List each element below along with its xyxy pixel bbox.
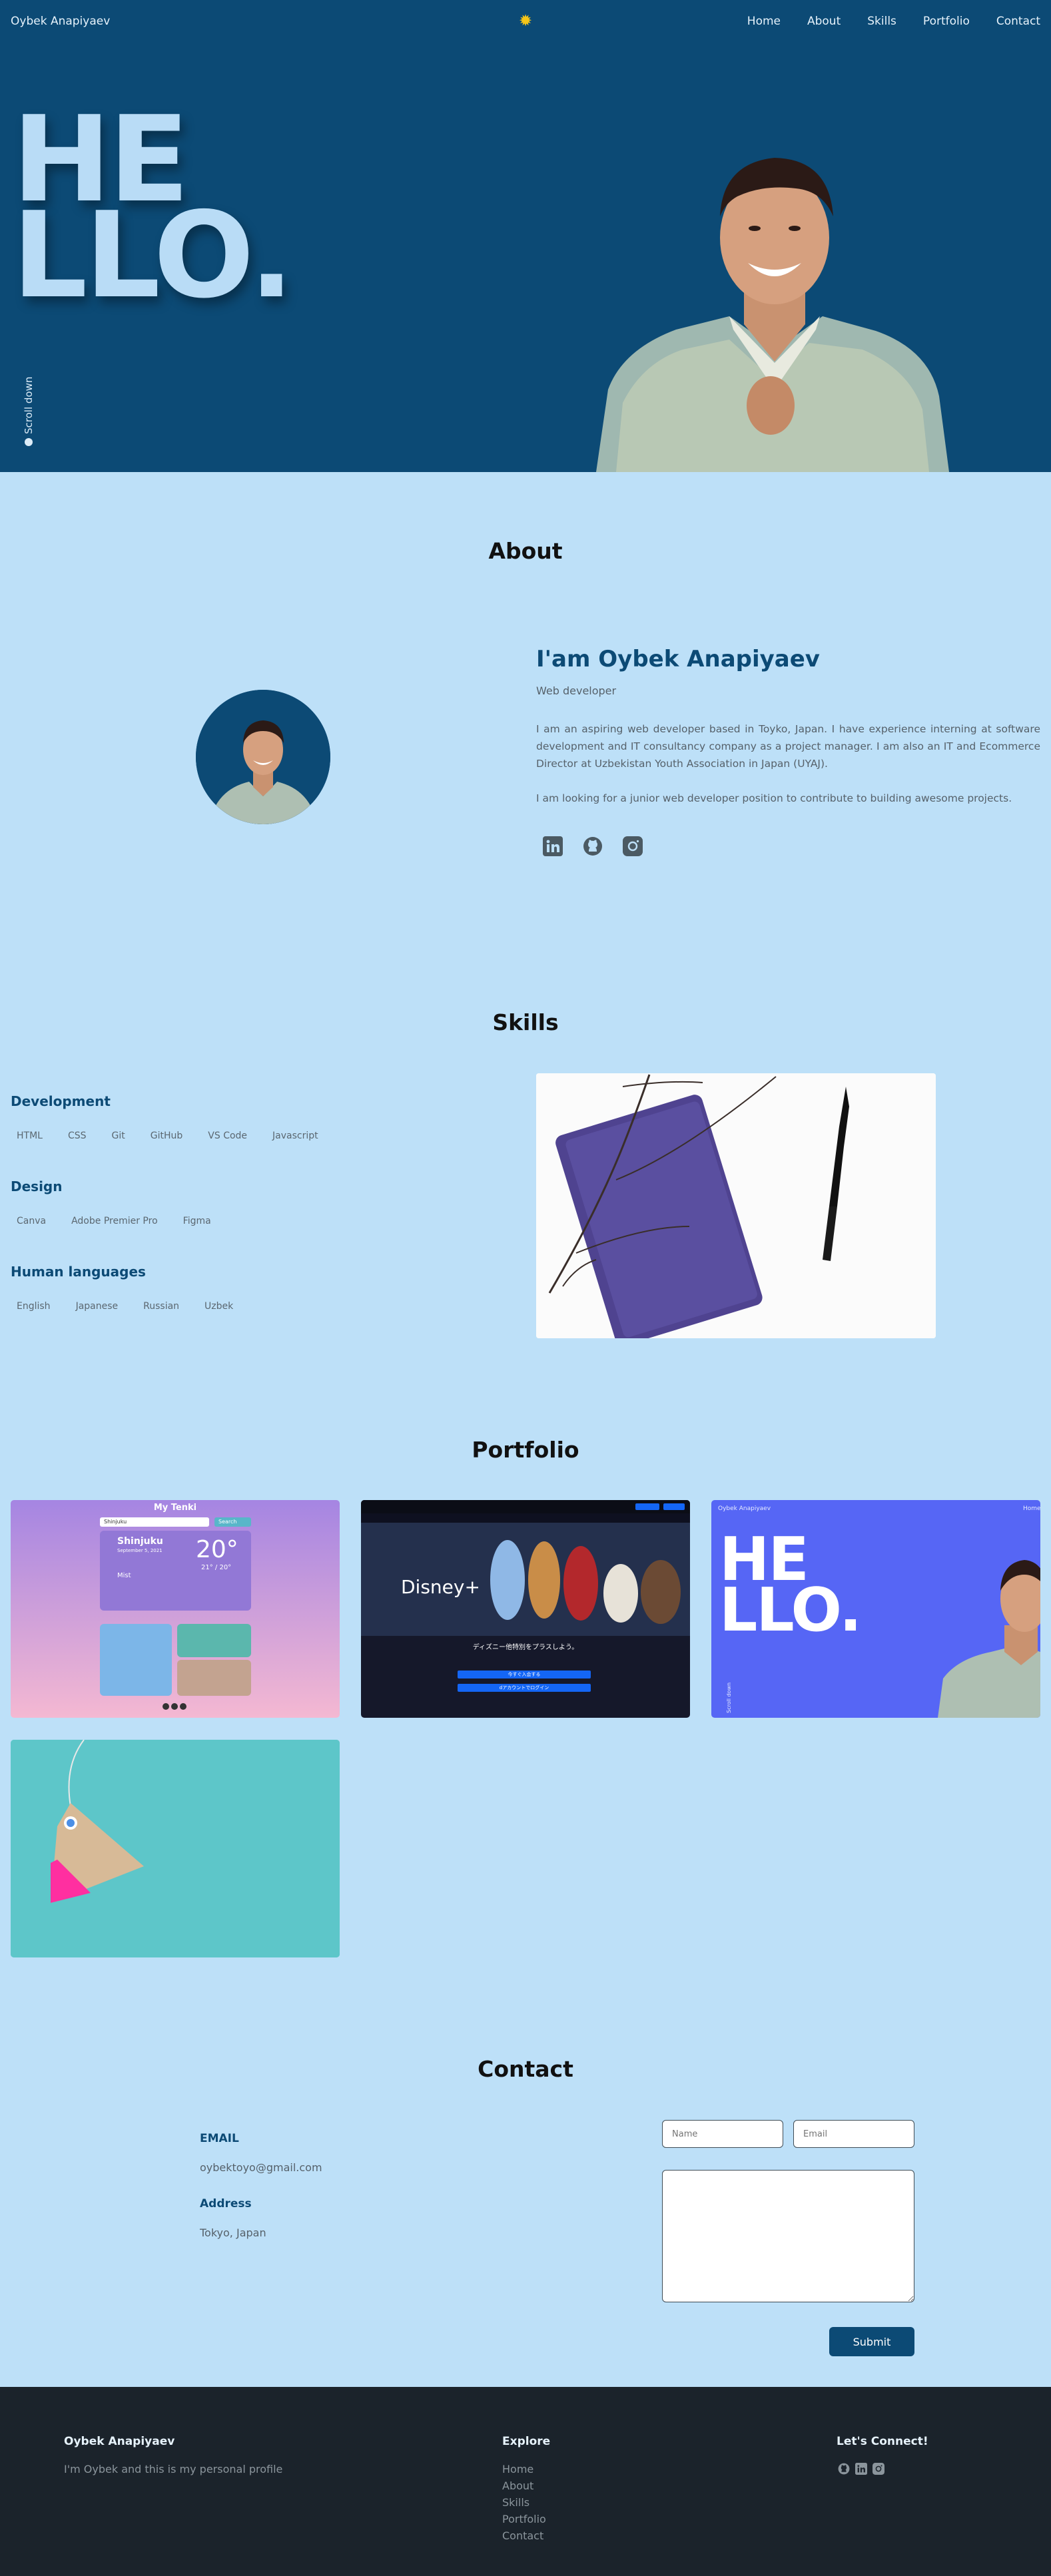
weather-condition: Mist [117, 1572, 131, 1579]
footer-link-home[interactable]: Home [502, 2463, 533, 2475]
skill-chip: Adobe Premier Pro [71, 1216, 158, 1226]
weather-temp: 20° [196, 1536, 238, 1563]
sun-icon[interactable]: ✹ [517, 12, 534, 29]
contact-email-label: EMAIL [200, 2132, 239, 2145]
hello-mini-scroll: Scroll down [726, 1682, 732, 1713]
nav-links: Home About Skills Portfolio Contact [747, 15, 1040, 28]
scroll-down-link[interactable]: Scroll down [23, 377, 35, 446]
skills-notebook-image [536, 1073, 936, 1338]
brand-name[interactable]: Oybek Anapiyaev [11, 15, 110, 28]
weather-date: September 5, 2021 [117, 1548, 163, 1553]
skill-chip: Figma [182, 1216, 211, 1226]
about-role: Web developer [536, 684, 617, 697]
portfolio-title: Portfolio [472, 1437, 579, 1463]
contact-email-input[interactable] [793, 2120, 914, 2148]
hello-mini-heading: HE LLO. [719, 1530, 862, 1645]
contact-address-value: Tokyo, Japan [200, 2226, 266, 2239]
weather-search-button: Search [218, 1519, 237, 1525]
linkedin-icon[interactable] [543, 836, 563, 856]
github-icon[interactable] [838, 2463, 850, 2475]
about-social-links [543, 836, 643, 856]
skill-chip: Russian [143, 1301, 180, 1312]
skill-chip: Canva [17, 1216, 47, 1226]
instagram-icon[interactable] [873, 2463, 884, 2475]
top-nav: Oybek Anapiyaev ✹ Home About Skills Port… [0, 0, 1051, 43]
hero-section: Oybek Anapiyaev ✹ Home About Skills Port… [0, 0, 1051, 472]
about-title: About [488, 538, 563, 564]
skill-chip: Uzbek [204, 1301, 234, 1312]
skills-design-list: Canva Adobe Premier Pro Figma [11, 1216, 230, 1226]
contact-message-textarea[interactable] [662, 2170, 914, 2302]
portfolio-card-weather[interactable]: My Tenki Shinjuku Search Shinjuku Septem… [11, 1500, 340, 1718]
linkedin-icon[interactable] [855, 2463, 867, 2475]
skill-chip: CSS [67, 1131, 87, 1141]
skill-chip: GitHub [150, 1131, 183, 1141]
footer-connect-title: Let's Connect! [837, 2435, 928, 2448]
weather-app-screenshot [11, 1500, 340, 1718]
skill-chip: VS Code [208, 1131, 248, 1141]
weather-range: 21° / 20° [201, 1564, 232, 1571]
hello-line-2: LLO. [12, 186, 294, 324]
weather-city: Shinjuku [117, 1536, 163, 1547]
skill-chip: HTML [17, 1131, 43, 1141]
skills-languages-list: English Japanese Russian Uzbek [11, 1301, 252, 1312]
about-name: I'am Oybek Anapiyaev [536, 646, 820, 672]
nav-link-contact[interactable]: Contact [996, 15, 1040, 28]
hello-mini-line-2: LLO. [719, 1575, 862, 1645]
skills-development-list: HTML CSS Git GitHub VS Code Javascript [11, 1131, 338, 1141]
footer-link-portfolio[interactable]: Portfolio [502, 2513, 546, 2525]
nav-link-about[interactable]: About [807, 15, 841, 28]
disney-join-button: 今すぐ入会する [508, 1672, 541, 1677]
footer-link-contact[interactable]: Contact [502, 2529, 543, 2542]
footer-link-about[interactable]: About [502, 2479, 533, 2492]
skills-group-languages: Human languages [11, 1264, 146, 1280]
portfolio-card-disney[interactable]: Disney+ ディズニー他特別をプラスしよう。 今すぐ入会する dアカウントで… [361, 1500, 690, 1718]
about-paragraph-1: I am an aspiring web developer based in … [536, 723, 1040, 770]
contact-title: Contact [478, 2056, 573, 2082]
scroll-down-icon [25, 438, 33, 446]
tag-image [11, 1740, 340, 1957]
instagram-icon[interactable] [623, 836, 643, 856]
contact-name-input[interactable] [662, 2120, 783, 2148]
about-avatar [196, 690, 330, 824]
contact-address-label: Address [200, 2197, 252, 2210]
skill-chip: English [17, 1301, 51, 1312]
portfolio-card-tag[interactable] [11, 1740, 340, 1957]
weather-search-value: Shinjuku [104, 1519, 127, 1525]
hello-mini-portrait [938, 1560, 1040, 1718]
footer-brand: Oybek Anapiyaev [64, 2435, 175, 2448]
scroll-down-label: Scroll down [23, 376, 35, 434]
about-paragraph-2: I am looking for a junior web developer … [536, 792, 1012, 804]
contact-email-value[interactable]: oybektoyo@gmail.com [200, 2161, 322, 2174]
skills-group-development: Development [11, 1093, 111, 1109]
skill-chip: Japanese [75, 1301, 119, 1312]
disney-headline: ディズニー他特別をプラスしよう。 [472, 1644, 579, 1651]
skill-chip: Javascript [272, 1131, 318, 1141]
disney-login-button: dアカウントでログイン [499, 1685, 549, 1690]
hero-hello-heading: HE LLO. [12, 101, 294, 324]
hello-mini-nav: Home [1023, 1505, 1040, 1512]
skills-group-design: Design [11, 1178, 63, 1194]
footer-tagline: I'm Oybek and this is my personal profil… [64, 2463, 283, 2475]
submit-button[interactable]: Submit [829, 2327, 914, 2356]
footer-explore-title: Explore [502, 2435, 551, 2448]
nav-link-home[interactable]: Home [747, 15, 781, 28]
svg-text:Disney+: Disney+ [401, 1576, 480, 1598]
footer: Oybek Anapiyaev I'm Oybek and this is my… [0, 2387, 1051, 2576]
portfolio-card-hello[interactable]: Oybek Anapiyaev Home HE LLO. Scroll down [711, 1500, 1040, 1718]
skills-title: Skills [492, 1009, 559, 1035]
hello-mini-brand: Oybek Anapiyaev [718, 1505, 771, 1512]
footer-link-skills[interactable]: Skills [502, 2496, 529, 2509]
hero-portrait [596, 158, 949, 472]
skill-chip: Git [111, 1131, 125, 1141]
weather-app-title: My Tenki [153, 1503, 197, 1513]
nav-link-portfolio[interactable]: Portfolio [923, 15, 970, 28]
nav-link-skills[interactable]: Skills [867, 15, 896, 28]
github-icon[interactable] [583, 836, 603, 856]
